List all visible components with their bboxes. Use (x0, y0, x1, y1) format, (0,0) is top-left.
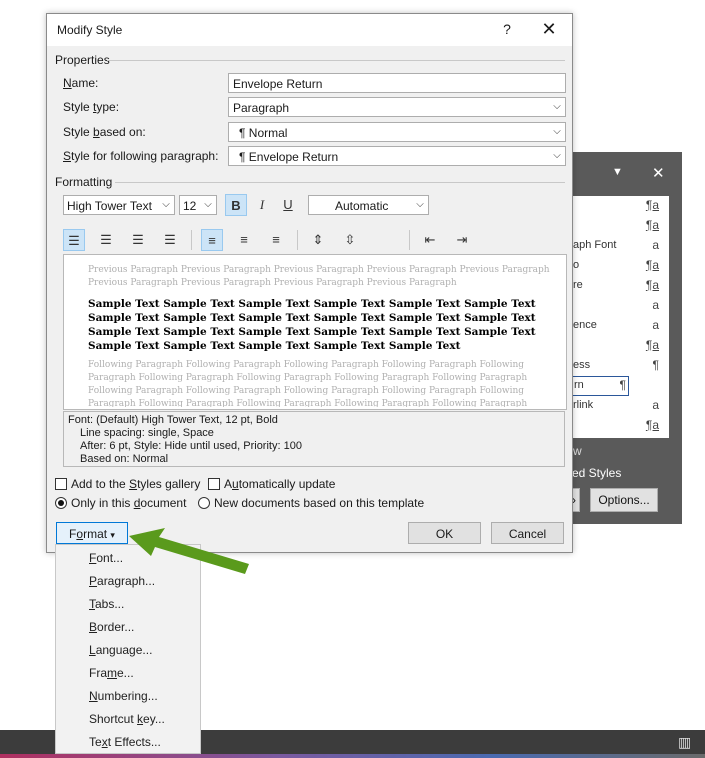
name-input[interactable]: Envelope Return (228, 73, 566, 93)
decrease-indent-icon[interactable]: ⇤ (419, 229, 441, 251)
based-on-select[interactable]: ¶ Normal ⌵ (228, 122, 566, 142)
styles-list: ¶a ¶a aph Font a o ¶a re ¶a a ence a ¶a ess ¶… (570, 196, 669, 438)
annotation-arrow-icon (129, 528, 249, 574)
format-button[interactable]: Format ▾ (56, 522, 128, 544)
preview-following-paragraph: Following Paragraph Following Paragraph … (88, 360, 528, 407)
only-this-document-radio[interactable] (55, 497, 67, 509)
style-row-selected[interactable]: rn ¶ (571, 376, 629, 396)
style-row[interactable]: ¶a (570, 336, 669, 356)
options-button[interactable]: Options... (590, 488, 658, 512)
font-size-select[interactable]: 12 ⌵ (179, 195, 217, 215)
preview-previous-paragraph: Previous Paragraph Previous Paragraph Pr… (88, 265, 550, 288)
toolbar-separator (409, 230, 410, 250)
description-line: Font: (Default) High Tower Text, 12 pt, … (68, 414, 278, 426)
align-left-icon[interactable]: ☰ (63, 229, 85, 251)
menu-item-font[interactable]: Font... (89, 551, 123, 565)
formatting-heading: Formatting (55, 175, 113, 189)
style-row[interactable]: ¶a (570, 196, 669, 216)
name-label: Name: (63, 76, 99, 90)
pane-footer-text: w (573, 444, 582, 458)
description-line: Line spacing: single, Space (80, 427, 214, 439)
description-line: Based on: Normal (80, 453, 169, 465)
menu-item-numbering[interactable]: Numbering... (89, 689, 158, 703)
preview-sample-text: Sample Text Sample Text Sample Text Samp… (88, 298, 536, 352)
taskbar-accent (0, 754, 705, 758)
dialog-title: Modify Style (57, 23, 123, 37)
modify-style-dialog: Modify Style ? ✕ Properties Name: Envelo… (46, 13, 573, 553)
chevron-down-icon: ⌵ (553, 126, 561, 137)
italic-button[interactable]: I (251, 194, 273, 216)
style-row[interactable]: ¶a (570, 216, 669, 236)
pane-linked-styles: ed Styles (572, 466, 622, 480)
chevron-down-icon: ⌵ (416, 199, 424, 210)
bold-button[interactable]: B (225, 194, 247, 216)
style-type-label: Style type: (63, 100, 120, 114)
pane-dropdown-icon[interactable]: ▼ (612, 166, 623, 178)
chevron-down-icon: ⌵ (204, 199, 212, 210)
chevron-down-icon: ⌵ (162, 199, 170, 210)
style-row[interactable]: o ¶a (570, 256, 669, 276)
caret-down-icon: ▾ (110, 530, 115, 540)
menu-item-text-effects[interactable]: Text Effects... (89, 735, 161, 749)
style-row[interactable]: ence a (570, 316, 669, 336)
font-color-select[interactable]: Automatic ⌵ (308, 195, 429, 215)
menu-item-shortcut-key[interactable]: Shortcut key... (89, 712, 165, 726)
style-row[interactable]: rlink a (570, 396, 669, 416)
align-center-icon[interactable]: ☰ (95, 229, 117, 251)
increase-indent-icon[interactable]: ⇥ (451, 229, 473, 251)
style-description: Font: (Default) High Tower Text, 12 pt, … (63, 411, 565, 467)
book-icon[interactable]: ▥ (678, 734, 691, 751)
underline-button[interactable]: U (277, 194, 299, 216)
new-documents-radio[interactable] (198, 497, 210, 509)
properties-heading: Properties (55, 53, 110, 67)
style-type-select[interactable]: Paragraph ⌵ (228, 97, 566, 117)
style-row[interactable]: a (570, 296, 669, 316)
add-to-gallery-checkbox[interactable] (55, 478, 67, 490)
new-documents-label: New documents based on this template (214, 496, 425, 510)
add-to-gallery-label: Add to the Styles gallery (71, 477, 201, 491)
menu-item-frame[interactable]: Frame... (89, 666, 134, 680)
style-row[interactable]: ess ¶ (570, 356, 669, 376)
help-icon[interactable]: ? (497, 21, 517, 37)
justify-icon[interactable]: ☰ (159, 229, 181, 251)
single-spacing-icon[interactable]: ≡ (201, 229, 223, 251)
one-half-spacing-icon[interactable]: ≡ (233, 229, 255, 251)
formatting-divider (115, 182, 565, 183)
chevron-down-icon: ⌵ (553, 150, 561, 161)
following-paragraph-label: Style for following paragraph: (63, 149, 219, 163)
description-line: After: 6 pt, Style: Hide until used, Pri… (80, 440, 302, 452)
double-spacing-icon[interactable]: ≡ (265, 229, 287, 251)
based-on-label: Style based on: (63, 125, 146, 139)
close-icon[interactable]: ✕ (537, 19, 561, 40)
decrease-spacing-icon[interactable]: ⇳ (339, 229, 361, 251)
properties-divider (107, 60, 565, 61)
align-right-icon[interactable]: ☰ (127, 229, 149, 251)
menu-item-language[interactable]: Language... (89, 643, 152, 657)
auto-update-label: Automatically update (224, 477, 336, 491)
only-this-document-label: Only in this document (71, 496, 187, 510)
toolbar-separator (191, 230, 192, 250)
ok-button[interactable]: OK (408, 522, 481, 544)
style-preview: Previous Paragraph Previous Paragraph Pr… (63, 254, 567, 410)
increase-spacing-icon[interactable]: ⇕ (307, 229, 329, 251)
menu-item-tabs[interactable]: Tabs... (89, 597, 124, 611)
toolbar-separator (297, 230, 298, 250)
style-row[interactable]: re ¶a (570, 276, 669, 296)
style-row[interactable]: ¶a (570, 416, 669, 436)
menu-item-border[interactable]: Border... (89, 620, 134, 634)
dialog-titlebar: Modify Style ? ✕ (47, 14, 572, 46)
cancel-button[interactable]: Cancel (491, 522, 564, 544)
arrow-shape (129, 528, 249, 574)
following-paragraph-select[interactable]: ¶ Envelope Return ⌵ (228, 146, 566, 166)
font-select[interactable]: High Tower Text ⌵ (63, 195, 175, 215)
auto-update-checkbox[interactable] (208, 478, 220, 490)
chevron-down-icon: ⌵ (553, 101, 561, 112)
pane-close-icon[interactable]: ✕ (652, 164, 665, 182)
styles-pane: ▼ ✕ ¶a ¶a aph Font a o ¶a re ¶a a ence a ¶a … (568, 152, 682, 524)
style-row[interactable]: aph Font a (570, 236, 669, 256)
